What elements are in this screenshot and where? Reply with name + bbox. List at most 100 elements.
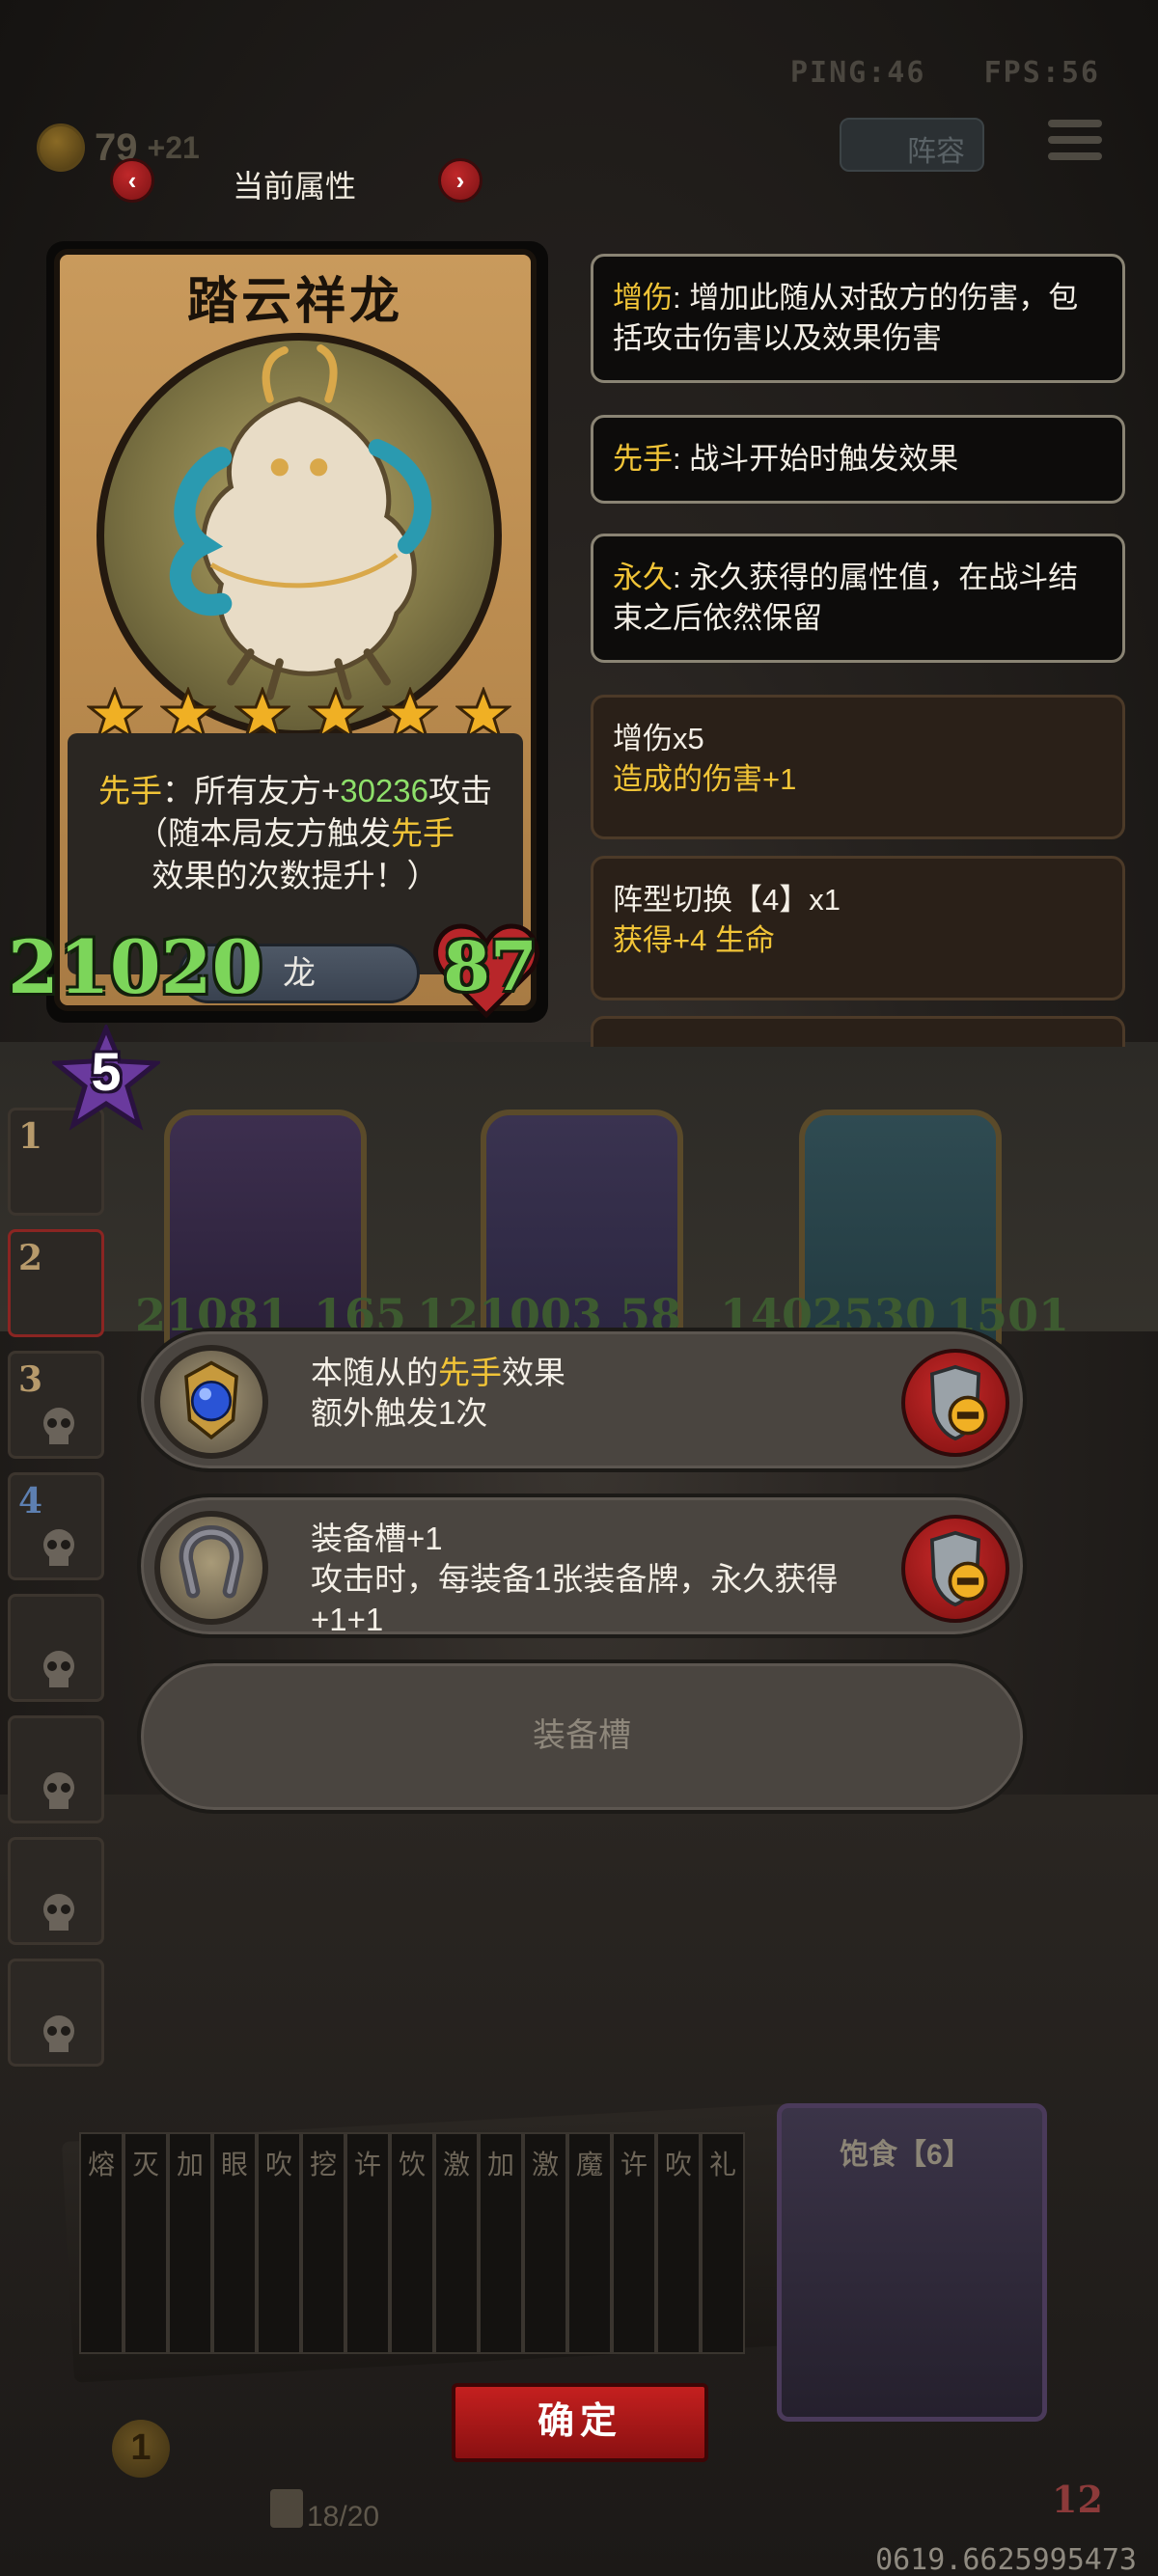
lineup-slot-7[interactable] xyxy=(8,1837,104,1945)
shield-minus-icon xyxy=(929,1530,988,1607)
hand-card[interactable]: 许 xyxy=(345,2132,390,2354)
slot-number: 3 xyxy=(18,1359,43,1400)
keyword-first-strike: 先手 xyxy=(391,815,455,851)
hand-card[interactable]: 激 xyxy=(434,2132,479,2354)
network-stats: PING:46 FPS:56 xyxy=(790,56,1100,90)
ping-text: PING:46 xyxy=(790,56,926,90)
equip-text-part: 效果 xyxy=(502,1355,565,1390)
hand-card[interactable]: 魔 xyxy=(567,2132,612,2354)
hand-card[interactable]: 礼 xyxy=(701,2132,745,2354)
buff-panel: 增伤x5 造成的伤害+1 xyxy=(591,695,1125,839)
buff-subtitle: 获得+4 生命 xyxy=(613,923,775,957)
bottom-coin: 1 xyxy=(112,2420,170,2478)
hand-card[interactable]: 眼 xyxy=(212,2132,257,2354)
tavern-tier: 5 xyxy=(91,1041,122,1102)
unit-description: 先手：所有友方+30236攻击 （随本局友方触发先手 效果的次数提升！） xyxy=(68,770,523,897)
skull-icon xyxy=(43,1651,74,1687)
skull-icon xyxy=(43,2015,74,2052)
prev-arrow-button[interactable]: ‹ xyxy=(110,158,154,203)
page-title: 当前属性 xyxy=(232,169,356,204)
hand-card[interactable]: 吹 xyxy=(257,2132,301,2354)
buff-title: 阵型切换【4】x1 xyxy=(613,883,841,917)
player-health: 12 xyxy=(1052,2478,1103,2521)
shield-minus-icon xyxy=(929,1364,988,1441)
unit-portrait xyxy=(96,333,502,738)
remove-equipment-button[interactable] xyxy=(901,1515,1009,1623)
lineup-slot-5[interactable] xyxy=(8,1594,104,1702)
attribute-text: : 战斗开始时触发效果 xyxy=(673,442,959,476)
buff-subtitle: 造成的伤害+1 xyxy=(613,762,797,796)
equip-text-part: 本随从的 xyxy=(311,1355,438,1390)
hand-card[interactable]: 饮 xyxy=(390,2132,434,2354)
equipment-row-1: 本随从的先手效果 额外触发1次 xyxy=(137,1328,1027,1472)
hand-card[interactable]: 熔 xyxy=(79,2132,124,2354)
slot-number: 4 xyxy=(18,1481,43,1521)
attribute-panel-permanent: 永久: 永久获得的属性值，在战斗结束之后依然保留 xyxy=(591,534,1125,663)
desc-text-part: 攻击 xyxy=(428,773,493,808)
lineup-label: 阵容 xyxy=(907,136,965,168)
equipment-description: 装备槽+1 攻击时，每装备1张装备牌，永久获得+1+1 xyxy=(311,1519,890,1640)
lineup-slot-6[interactable] xyxy=(8,1715,104,1823)
blue-orb-equipment-icon xyxy=(154,1345,268,1459)
attribute-keyword: 增伤 xyxy=(613,281,673,315)
dragon-portrait-icon xyxy=(170,344,432,700)
buff-panel-partial xyxy=(591,1016,1125,1047)
slot-number: 2 xyxy=(18,1238,43,1278)
deck-count: 18/20 xyxy=(307,2501,380,2533)
hand-card[interactable]: 挖 xyxy=(301,2132,345,2354)
hand-card[interactable]: 激 xyxy=(523,2132,567,2354)
attribute-list[interactable]: 增伤: 增加此随从对敌方的伤害，包括攻击伤害以及效果伤害 先手: 战斗开始时触发… xyxy=(579,246,1139,1047)
buff-panel: 阵型切换【4】x1 获得+4 生命 xyxy=(591,856,1125,1000)
attribute-text: : 永久获得的属性值，在战斗结束之后依然保留 xyxy=(613,561,1079,635)
skull-icon xyxy=(43,1894,74,1931)
equip-text-part: 装备槽+1 xyxy=(311,1521,443,1556)
desc-text-part: ：所有友方+ xyxy=(161,773,341,808)
lineup-button[interactable]: 阵容 xyxy=(840,118,984,172)
skull-icon xyxy=(43,1772,74,1809)
keyword-first-strike: 先手 xyxy=(97,773,162,808)
equipment-row-2: 装备槽+1 攻击时，每装备1张装备牌，永久获得+1+1 xyxy=(137,1494,1027,1638)
lineup-slot-2[interactable]: 2 xyxy=(8,1229,104,1337)
attack-value: 21020 xyxy=(8,924,263,1010)
unit-name: 踏云祥龙 xyxy=(186,272,403,331)
equipment-description: 本随从的先手效果 额外触发1次 xyxy=(311,1353,890,1434)
attribute-panel-damage: 增伤: 增加此随从对敌方的伤害，包括攻击伤害以及效果伤害 xyxy=(591,254,1125,383)
lineup-slot-8[interactable] xyxy=(8,1959,104,2067)
gold-coin-icon xyxy=(37,123,85,172)
hand-card[interactable]: 许 xyxy=(612,2132,656,2354)
lineup-slot-4[interactable]: 4 xyxy=(8,1472,104,1580)
empty-equipment-slot[interactable]: 装备槽 xyxy=(137,1659,1027,1814)
attribute-keyword: 永久 xyxy=(613,561,673,594)
attack-bonus-value: 30236 xyxy=(340,773,429,808)
menu-icon[interactable] xyxy=(1048,120,1102,170)
featured-card-title: 饱食【6】 xyxy=(840,2139,972,2171)
desc-text-part: （随本局友方触发 xyxy=(136,815,391,851)
chevron-left-icon: ‹ xyxy=(127,165,137,195)
hand-card[interactable]: 灭 xyxy=(124,2132,168,2354)
horseshoe-equipment-icon xyxy=(154,1511,268,1625)
confirm-button[interactable]: 确定 xyxy=(452,2383,708,2462)
keyword-first-strike: 先手 xyxy=(438,1355,502,1390)
slot-number: 1 xyxy=(18,1116,43,1157)
gold-income: +21 xyxy=(147,129,200,165)
skull-icon xyxy=(43,1408,74,1444)
hand-card[interactable]: 加 xyxy=(479,2132,523,2354)
attribute-keyword: 先手 xyxy=(613,442,673,476)
deck-icon xyxy=(270,2489,303,2528)
lineup-slot-3[interactable]: 3 xyxy=(8,1351,104,1459)
next-arrow-button[interactable]: › xyxy=(438,158,482,203)
hand-card[interactable]: 吹 xyxy=(656,2132,701,2354)
hand-card[interactable]: 加 xyxy=(168,2132,212,2354)
health-value: 87 xyxy=(443,926,538,1006)
equip-text-part: 额外触发1次 xyxy=(311,1395,488,1431)
equip-text-part: 攻击时，每装备1张装备牌，永久获得+1+1 xyxy=(311,1561,839,1637)
build-id: 0619.6625995473 xyxy=(875,2543,1137,2576)
fps-text: FPS:56 xyxy=(983,56,1100,90)
skull-icon xyxy=(43,1529,74,1566)
attribute-text: : 增加此随从对敌方的伤害，包括攻击伤害以及效果伤害 xyxy=(613,281,1079,355)
attribute-panel-first-strike: 先手: 战斗开始时触发效果 xyxy=(591,415,1125,504)
chevron-right-icon: › xyxy=(455,165,465,195)
buff-title: 增伤x5 xyxy=(613,722,704,755)
desc-text-part: 效果的次数提升！） xyxy=(152,858,439,893)
remove-equipment-button[interactable] xyxy=(901,1349,1009,1457)
